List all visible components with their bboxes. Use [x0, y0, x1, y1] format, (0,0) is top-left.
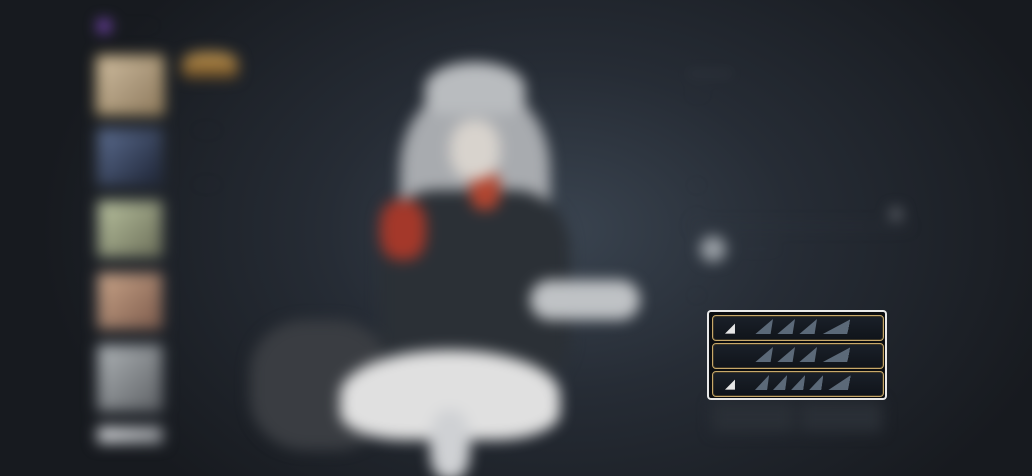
section-label: · ·	[692, 290, 702, 301]
section-label: · ·	[692, 180, 702, 191]
costume-thumbnail[interactable]	[96, 425, 164, 445]
bottom-buttons	[712, 402, 882, 432]
equipment-card[interactable]: ◢	[712, 371, 884, 397]
wizard-hat-icon: ◢	[725, 320, 735, 335]
category-tab[interactable]: · · · ·	[196, 174, 218, 192]
brand-text: · · · · ·	[116, 20, 156, 32]
weapon-icon	[700, 236, 726, 262]
costume-thumbnail[interactable]	[96, 55, 164, 115]
card-marks	[753, 319, 851, 336]
costume-thumbnail[interactable]	[96, 343, 164, 413]
category-label: · · · ·	[196, 125, 218, 136]
card-marks	[753, 347, 851, 364]
equipment-card[interactable]	[712, 343, 884, 369]
costume-thumbnail-list	[96, 55, 164, 457]
highlighted-card-panel: ◢ ◢	[709, 312, 885, 398]
brand-icon	[98, 20, 110, 32]
game-screen: · · · · · · · · · · · · · · · · · · · · …	[0, 0, 1032, 476]
weapon-row[interactable]: · · · · ·	[700, 236, 778, 262]
character-model	[230, 50, 650, 476]
character-name: · · · ·	[690, 66, 733, 81]
costume-thumbnail[interactable]	[96, 127, 164, 187]
card-marks	[753, 375, 852, 392]
bottom-button[interactable]	[800, 402, 882, 432]
bottom-button[interactable]	[712, 402, 794, 432]
brand-header: · · · · ·	[98, 20, 156, 32]
costume-thumbnail[interactable]	[96, 199, 164, 259]
close-icon[interactable]	[890, 208, 902, 220]
category-tab[interactable]: · · · ·	[196, 120, 218, 138]
character-info: · · · · · · ·	[690, 66, 732, 100]
category-label: · · · ·	[196, 179, 218, 190]
costume-thumbnail[interactable]	[96, 271, 164, 331]
skin-select-row[interactable]	[690, 204, 910, 227]
weapon-label: · · · · ·	[738, 243, 778, 255]
wizard-hat-icon: ◢	[725, 376, 735, 391]
equipment-card[interactable]: ◢	[712, 315, 884, 341]
character-subtitle: · · ·	[690, 89, 706, 100]
